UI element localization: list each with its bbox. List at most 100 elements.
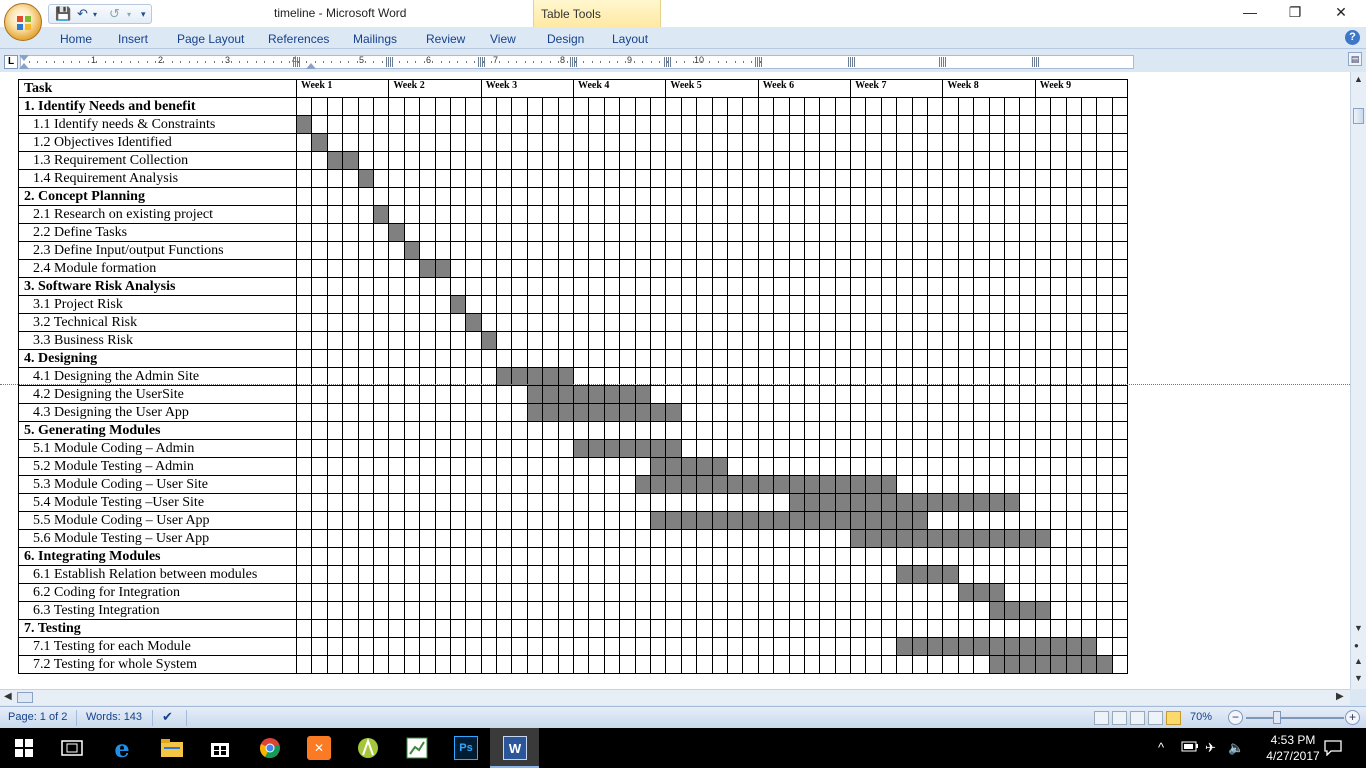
gantt-cell[interactable] — [1080, 97, 1098, 116]
gantt-cell[interactable] — [911, 457, 929, 476]
gantt-cell[interactable] — [726, 619, 744, 638]
gantt-cell[interactable] — [742, 655, 759, 674]
gantt-cell[interactable] — [496, 205, 513, 224]
gantt-cell[interactable] — [711, 313, 728, 332]
gantt-cell[interactable] — [1111, 529, 1129, 548]
gantt-cell[interactable] — [1034, 169, 1052, 188]
gantt-cell[interactable] — [326, 241, 344, 260]
gantt-cell[interactable] — [742, 205, 759, 224]
gantt-cell[interactable] — [511, 115, 528, 134]
gantt-cell[interactable] — [496, 583, 513, 602]
gantt-cell[interactable] — [1111, 313, 1129, 332]
gantt-cell[interactable] — [619, 619, 636, 638]
gantt-cell[interactable] — [834, 313, 852, 332]
gantt-cell[interactable] — [542, 529, 559, 548]
gantt-cell[interactable] — [788, 151, 805, 170]
gantt-bar-cell[interactable] — [927, 529, 944, 548]
gantt-bar-cell[interactable] — [665, 403, 682, 422]
gantt-cell[interactable] — [1034, 493, 1052, 512]
task-label[interactable]: 4.2 Designing the UserSite — [18, 385, 297, 404]
gantt-cell[interactable] — [773, 97, 790, 116]
task-label[interactable]: 5.4 Module Testing –User Site — [18, 493, 297, 512]
gantt-cell[interactable] — [773, 349, 790, 368]
gantt-cell[interactable] — [1019, 115, 1036, 134]
gantt-cell[interactable] — [1034, 457, 1052, 476]
gantt-cell[interactable] — [511, 547, 528, 566]
gantt-cell[interactable] — [1003, 133, 1021, 152]
gantt-cell[interactable] — [1019, 565, 1036, 584]
gantt-cell[interactable] — [834, 457, 852, 476]
gantt-cell[interactable] — [726, 277, 744, 296]
gantt-cell[interactable] — [372, 493, 390, 512]
tab-view[interactable]: View — [490, 32, 516, 46]
gantt-cell[interactable] — [542, 601, 559, 620]
gantt-cell[interactable] — [1034, 223, 1052, 242]
gantt-cell[interactable] — [480, 655, 498, 674]
gantt-cell[interactable] — [865, 655, 882, 674]
gantt-cell[interactable] — [342, 655, 359, 674]
gantt-cell[interactable] — [434, 241, 451, 260]
gantt-cell[interactable] — [588, 655, 605, 674]
gantt-cell[interactable] — [496, 493, 513, 512]
gantt-cell[interactable] — [1096, 331, 1113, 350]
gantt-cell[interactable] — [726, 205, 744, 224]
gantt-cell[interactable] — [419, 403, 436, 422]
gantt-cell[interactable] — [896, 133, 913, 152]
gantt-cell[interactable] — [1003, 475, 1021, 494]
gantt-cell[interactable] — [680, 187, 698, 206]
gantt-cell[interactable] — [911, 583, 929, 602]
gantt-cell[interactable] — [696, 403, 713, 422]
gantt-cell[interactable] — [649, 205, 667, 224]
gantt-cell[interactable] — [449, 421, 467, 440]
gantt-cell[interactable] — [942, 385, 959, 404]
gantt-cell[interactable] — [1096, 403, 1113, 422]
gantt-cell[interactable] — [649, 115, 667, 134]
gantt-cell[interactable] — [788, 259, 805, 278]
gantt-cell[interactable] — [773, 115, 790, 134]
gantt-cell[interactable] — [1096, 475, 1113, 494]
gantt-cell[interactable] — [588, 115, 605, 134]
gantt-cell[interactable] — [465, 457, 482, 476]
gantt-cell[interactable] — [557, 97, 575, 116]
gantt-bar-cell[interactable] — [788, 475, 805, 494]
gantt-bar-cell[interactable] — [665, 511, 682, 530]
gantt-cell[interactable] — [711, 421, 728, 440]
week-header[interactable]: Week 4 — [573, 79, 667, 98]
gantt-cell[interactable] — [419, 439, 436, 458]
gantt-cell[interactable] — [773, 331, 790, 350]
gantt-cell[interactable] — [588, 457, 605, 476]
gantt-cell[interactable] — [927, 601, 944, 620]
gantt-bar-cell[interactable] — [619, 385, 636, 404]
gantt-cell[interactable] — [403, 547, 421, 566]
gantt-cell[interactable] — [680, 601, 698, 620]
gantt-cell[interactable] — [649, 241, 667, 260]
gantt-cell[interactable] — [742, 547, 759, 566]
gantt-cell[interactable] — [372, 151, 390, 170]
gantt-cell[interactable] — [1111, 277, 1129, 296]
gantt-cell[interactable] — [1003, 367, 1021, 386]
gantt-cell[interactable] — [342, 367, 359, 386]
gantt-cell[interactable] — [1034, 295, 1052, 314]
gantt-cell[interactable] — [434, 151, 451, 170]
gantt-cell[interactable] — [1003, 331, 1021, 350]
gantt-cell[interactable] — [311, 277, 328, 296]
gantt-cell[interactable] — [1080, 277, 1098, 296]
gantt-cell[interactable] — [357, 565, 374, 584]
gantt-cell[interactable] — [311, 601, 328, 620]
gantt-cell[interactable] — [573, 619, 590, 638]
gantt-cell[interactable] — [803, 223, 821, 242]
gantt-cell[interactable] — [573, 277, 590, 296]
gantt-cell[interactable] — [696, 349, 713, 368]
gantt-bar-cell[interactable] — [696, 475, 713, 494]
gantt-cell[interactable] — [819, 115, 836, 134]
gantt-cell[interactable] — [726, 259, 744, 278]
gantt-cell[interactable] — [973, 331, 990, 350]
gantt-cell[interactable] — [357, 223, 374, 242]
gantt-cell[interactable] — [757, 223, 775, 242]
gantt-cell[interactable] — [326, 601, 344, 620]
gantt-cell[interactable] — [634, 349, 651, 368]
gantt-cell[interactable] — [511, 97, 528, 116]
gantt-cell[interactable] — [419, 97, 436, 116]
gantt-cell[interactable] — [388, 637, 405, 656]
gantt-cell[interactable] — [896, 403, 913, 422]
